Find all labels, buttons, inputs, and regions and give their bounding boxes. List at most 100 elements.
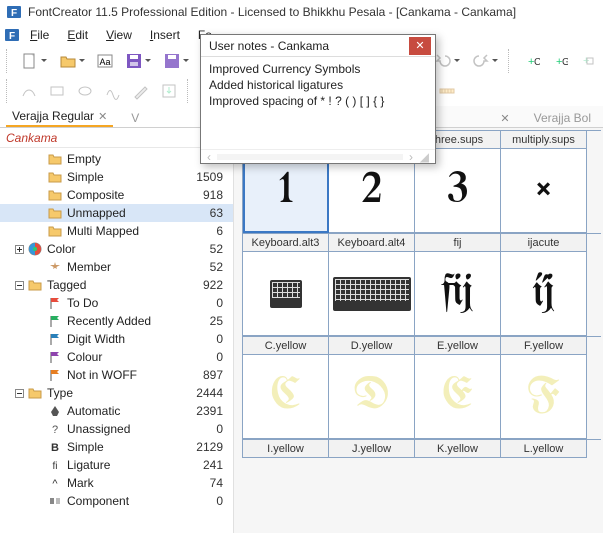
svg-text:fi: fi — [53, 461, 58, 472]
knife-tool[interactable] — [129, 79, 153, 103]
ellipse-tool[interactable] — [73, 79, 97, 103]
flag-purple-icon — [47, 349, 63, 365]
glyph-caption[interactable]: K.yellow — [415, 440, 501, 458]
menu-insert[interactable]: Insert — [142, 26, 188, 44]
svg-text:F: F — [11, 8, 17, 19]
glyph-cell[interactable]: E — [415, 355, 501, 439]
import-tool[interactable] — [157, 79, 181, 103]
popup-scrollbar[interactable]: ‹ › ◢ — [201, 149, 435, 163]
glyph-caption[interactable]: Keyboard.alt4 — [329, 234, 415, 252]
tree-row[interactable]: Member52 — [0, 258, 233, 276]
right-panel: x✕ ✕ Verajja Bol one.supstwo.supsthree.s… — [234, 106, 603, 533]
doc-tab-close[interactable]: ✕ — [494, 110, 515, 127]
save-as-button[interactable] — [159, 49, 193, 73]
tree-row[interactable]: Unmapped63 — [0, 204, 233, 222]
glyph-cell[interactable]: D — [329, 355, 415, 439]
glyph-tree[interactable]: Empty17Simple1509Composite918Unmapped63M… — [0, 148, 233, 533]
glyph-cell[interactable]: F — [501, 355, 587, 439]
freehand-tool[interactable] — [101, 79, 125, 103]
glyph-caption[interactable]: J.yellow — [329, 440, 415, 458]
tree-row[interactable]: Digit Width0 — [0, 330, 233, 348]
tree-count: 922 — [183, 278, 223, 292]
subtab-cankama[interactable]: Cankama — [6, 131, 57, 145]
tree-row[interactable]: Composite918 — [0, 186, 233, 204]
user-notes-popup: User notes - Cankama ✕ Improved Currency… — [200, 34, 436, 164]
tree-row[interactable]: Recently Added25 — [0, 312, 233, 330]
glyph-caption[interactable]: ijacute — [501, 234, 587, 252]
add-g-button[interactable]: +G — [547, 49, 571, 73]
svg-text:B: B — [51, 442, 59, 454]
contour-tool[interactable] — [17, 79, 41, 103]
tree-row[interactable]: Colour0 — [0, 348, 233, 366]
tree-row[interactable]: fiLigature241 — [0, 456, 233, 474]
tree-row[interactable]: Automatic2391 — [0, 402, 233, 420]
folder-icon — [27, 385, 43, 401]
glyph-cell[interactable]: × — [501, 149, 587, 233]
glyph-cell[interactable]: C — [243, 355, 329, 439]
svg-text:Aa: Aa — [99, 57, 110, 67]
glyph-grid[interactable]: one.supstwo.supsthree.supsmultiply.sups1… — [242, 130, 601, 458]
tab-verajja-regular[interactable]: Verajja Regular ✕ — [6, 107, 113, 127]
left-panel: Verajja Regular ✕ V Cankama Empty17Simpl… — [0, 106, 234, 533]
tree-label: Colour — [67, 350, 183, 364]
glyph-caption[interactable]: C.yellow — [243, 337, 329, 355]
glyph-caption[interactable]: E.yellow — [415, 337, 501, 355]
tree-count: 897 — [183, 368, 223, 382]
glyph-cell[interactable]: fij — [415, 252, 501, 336]
tree-count: 0 — [183, 296, 223, 310]
glyph-caption[interactable]: D.yellow — [329, 337, 415, 355]
glyph-cell[interactable] — [243, 252, 329, 336]
simpleB-icon: B — [47, 439, 63, 455]
tree-row[interactable]: Tagged922 — [0, 276, 233, 294]
popup-close-button[interactable]: ✕ — [409, 37, 431, 55]
preview-button[interactable]: Aa — [93, 49, 117, 73]
tab-close-icon[interactable]: ✕ — [98, 110, 107, 123]
tree-row[interactable]: Component0 — [0, 492, 233, 510]
glyph-caption[interactable]: fij — [415, 234, 501, 252]
glyph-cell[interactable]: íj́ — [501, 252, 587, 336]
menu-edit[interactable]: Edit — [59, 26, 96, 44]
tree-row[interactable]: Simple1509 — [0, 168, 233, 186]
tree-count: 2129 — [183, 440, 223, 454]
tree-label: Color — [47, 242, 183, 256]
folder-icon — [47, 223, 63, 239]
menu-file[interactable]: File — [22, 26, 57, 44]
scroll-left-icon[interactable]: ‹ — [207, 150, 211, 164]
rect-tool[interactable] — [45, 79, 69, 103]
tree-row[interactable]: ?Unassigned0 — [0, 420, 233, 438]
tab-v[interactable]: V — [125, 109, 145, 127]
tree-row[interactable]: Not in WOFF897 — [0, 366, 233, 384]
tree-row[interactable]: Type2444 — [0, 384, 233, 402]
tree-row[interactable]: BSimple2129 — [0, 438, 233, 456]
measure-tool[interactable] — [435, 79, 459, 103]
open-button[interactable] — [55, 49, 89, 73]
app-icon-small[interactable]: F — [4, 27, 20, 43]
tree-row[interactable]: To Do0 — [0, 294, 233, 312]
tree-row[interactable]: Empty17 — [0, 150, 233, 168]
tree-row[interactable]: Color52 — [0, 240, 233, 258]
svg-text:C: C — [534, 57, 540, 68]
expand-icon[interactable] — [14, 388, 25, 399]
expand-icon[interactable] — [14, 280, 25, 291]
redo-button[interactable] — [468, 49, 502, 73]
glyph-caption[interactable]: multiply.sups — [501, 131, 587, 149]
tree-label: Component — [67, 494, 183, 508]
add-c-button[interactable]: +C — [519, 49, 543, 73]
save-button[interactable] — [121, 49, 155, 73]
scroll-right-icon[interactable]: › — [409, 150, 413, 164]
glyph-caption[interactable]: L.yellow — [501, 440, 587, 458]
menu-view[interactable]: View — [98, 26, 140, 44]
tree-row[interactable]: ^Mark74 — [0, 474, 233, 492]
glyph-caption[interactable]: Keyboard.alt3 — [243, 234, 329, 252]
glyph-cell[interactable] — [329, 252, 415, 336]
tree-row[interactable]: Multi Mapped6 — [0, 222, 233, 240]
add-rect-button[interactable]: + — [575, 49, 599, 73]
new-button[interactable] — [17, 49, 51, 73]
folder-icon — [47, 187, 63, 203]
app-icon: F — [6, 4, 22, 20]
glyph-caption[interactable]: I.yellow — [243, 440, 329, 458]
tab-verajja-bold[interactable]: Verajja Bol — [528, 109, 597, 127]
glyph-caption[interactable]: F.yellow — [501, 337, 587, 355]
expand-icon[interactable] — [14, 244, 25, 255]
left-tabstrip: Verajja Regular ✕ V — [0, 106, 233, 128]
